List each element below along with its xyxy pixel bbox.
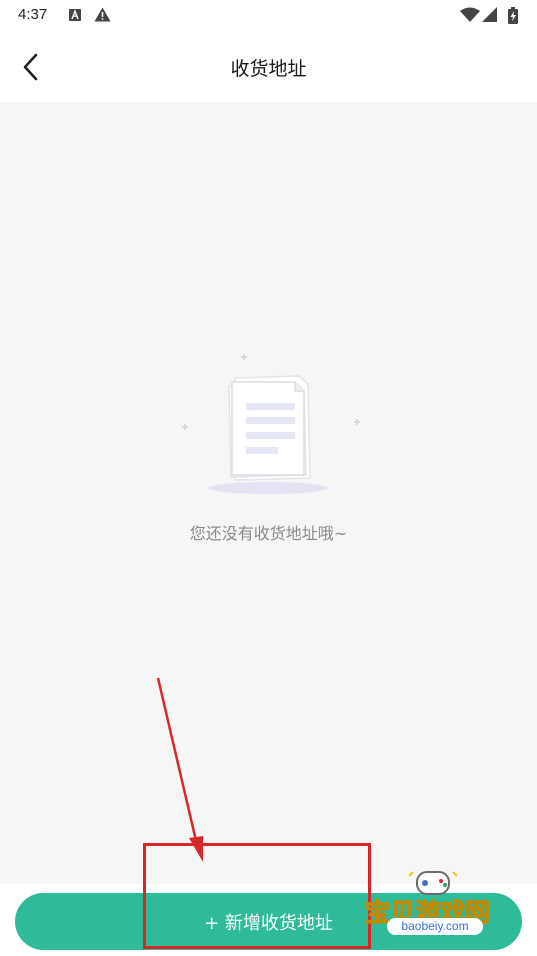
battery-charging-icon <box>508 7 518 28</box>
warning-icon <box>94 7 111 26</box>
empty-state-message: 您还没有收货地址哦~ <box>189 524 348 543</box>
a-notification-icon <box>68 7 82 26</box>
wifi-icon <box>460 7 480 27</box>
status-time: 4:37 <box>18 6 48 23</box>
watermark-logo: 宝贝游戏网 baobeiy.com <box>364 866 531 936</box>
empty-document-icon <box>175 348 365 498</box>
header-bar: 收货地址 <box>0 32 537 102</box>
page-title: 收货地址 <box>230 58 307 80</box>
status-bar: 4:37 <box>0 0 537 32</box>
watermark-url: baobeiy.com <box>387 918 483 935</box>
signal-icon <box>482 7 498 27</box>
